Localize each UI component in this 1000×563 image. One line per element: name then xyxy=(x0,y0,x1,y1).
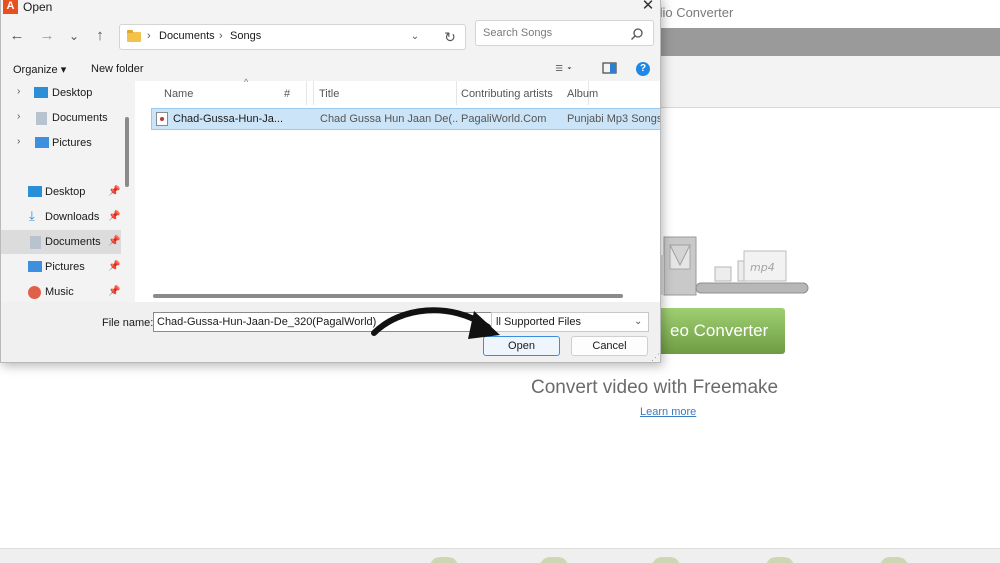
learn-more-link[interactable]: Learn more xyxy=(640,406,696,418)
music-icon xyxy=(28,286,41,299)
footer-icon xyxy=(540,557,568,563)
forward-button[interactable]: → xyxy=(36,25,58,49)
file-name-label: File name: xyxy=(102,317,154,329)
quick-access-label: Desktop xyxy=(45,186,86,198)
video-converter-button[interactable]: eo Converter xyxy=(648,308,785,354)
column-label: # xyxy=(284,88,291,100)
file-list-horizontal-scrollbar[interactable] xyxy=(153,294,623,298)
nav-tree-desktop[interactable]: › Desktop xyxy=(1,81,121,105)
file-type-label: ll Supported Files xyxy=(496,316,581,328)
dialog-titlebar: A Open ✕ xyxy=(1,0,660,17)
file-name-field[interactable] xyxy=(153,312,493,332)
column-header-title[interactable]: Title xyxy=(319,81,457,105)
dialog-bottom-panel: File name: ll Supported Files ⌄ Open Can… xyxy=(1,302,660,362)
pin-icon[interactable]: 📌 xyxy=(108,236,120,247)
footer-icon xyxy=(766,557,794,563)
pin-icon[interactable]: 📌 xyxy=(108,261,120,272)
chevron-right-icon: › xyxy=(17,136,21,147)
file-row[interactable]: Chad-Gussa-Hun-Ja... Chad Gussa Hun Jaan… xyxy=(151,108,661,130)
promo-heading: Convert video with Freemake xyxy=(531,377,779,398)
pictures-icon xyxy=(28,261,42,272)
file-title-cell: Chad Gussa Hun Jaan De(... xyxy=(320,113,458,125)
dialog-title: Open xyxy=(23,0,53,14)
refresh-icon[interactable]: ↻ xyxy=(441,28,459,46)
pin-icon[interactable]: 📌 xyxy=(108,211,120,222)
breadcrumb-documents[interactable]: Documents xyxy=(159,30,215,42)
file-name-cell: Chad-Gussa-Hun-Ja... xyxy=(173,113,284,125)
file-list: ^ Name # Title Contributing artists Albu… xyxy=(135,77,661,302)
breadcrumb-songs[interactable]: Songs xyxy=(230,30,261,42)
quick-access-label: Downloads xyxy=(45,211,100,223)
chevron-right-icon: › xyxy=(17,111,21,122)
pin-icon[interactable]: 📌 xyxy=(108,286,120,297)
freemake-app-icon: A xyxy=(3,0,18,14)
column-header-number[interactable]: # xyxy=(284,81,314,105)
column-label: Title xyxy=(319,88,340,100)
quick-access-label: Music xyxy=(45,286,74,298)
resize-grip-icon[interactable]: ⋰ xyxy=(651,352,660,362)
address-bar[interactable]: › Documents › Songs ⌄ ↻ xyxy=(119,24,466,50)
search-box[interactable]: Search Songs xyxy=(475,20,654,46)
quick-access-desktop[interactable]: Desktop 📌 xyxy=(1,180,121,204)
file-album-cell: Punjabi Mp3 Songs - xyxy=(567,113,661,125)
sort-up-icon: ^ xyxy=(244,77,249,87)
open-file-dialog: A Open ✕ ← → ⌄ ↑ › Documents › Songs ⌄ ↻… xyxy=(0,0,661,363)
folder-icon xyxy=(127,30,141,42)
footer-icon xyxy=(430,557,458,563)
documents-icon xyxy=(30,236,41,249)
audio-file-icon xyxy=(156,112,168,126)
recent-locations-button[interactable]: ⌄ xyxy=(63,25,85,49)
open-button[interactable]: Open xyxy=(483,336,560,356)
quick-access-pictures[interactable]: Pictures 📌 xyxy=(1,255,121,279)
search-icon xyxy=(631,28,643,40)
organize-menu[interactable]: Organize ▾ xyxy=(13,63,66,76)
navigation-pane: › Desktop › Documents › Pictures Desktop… xyxy=(1,81,121,302)
desktop-icon xyxy=(34,87,48,98)
quick-access-documents[interactable]: Documents 📌 xyxy=(1,230,121,254)
quick-access-label: Documents xyxy=(45,236,101,248)
command-bar: Organize ▾ New folder ? xyxy=(1,55,660,81)
nav-tree-label: Pictures xyxy=(52,137,92,149)
chevron-down-icon: ⌄ xyxy=(634,316,643,327)
converter-machine-illustration: mp4 xyxy=(640,236,809,296)
mp4-label: mp4 xyxy=(750,261,775,274)
downloads-icon: ⤓ xyxy=(29,208,35,223)
footer-icon xyxy=(652,557,680,563)
view-options-icon[interactable] xyxy=(554,59,572,77)
breadcrumb-chevron-icon: › xyxy=(147,30,151,42)
help-icon[interactable]: ? xyxy=(636,62,650,76)
back-button[interactable]: ← xyxy=(6,25,28,49)
breadcrumb-chevron-icon: › xyxy=(219,30,223,42)
column-label: Album xyxy=(567,88,599,100)
nav-tree-label: Documents xyxy=(52,112,108,124)
nav-pane-scrollbar[interactable] xyxy=(125,117,129,187)
column-header-album[interactable]: Album xyxy=(567,81,660,105)
pin-icon[interactable]: 📌 xyxy=(108,186,120,197)
new-folder-button[interactable]: New folder xyxy=(91,63,144,75)
footer-icon xyxy=(880,557,908,563)
app-footer xyxy=(0,548,1000,563)
pictures-icon xyxy=(35,137,49,148)
column-label: Contributing artists xyxy=(461,88,553,100)
quick-access-label: Pictures xyxy=(45,261,85,273)
desktop-icon xyxy=(28,186,42,197)
documents-icon xyxy=(36,112,47,125)
column-label: Name xyxy=(164,88,194,100)
chevron-down-icon[interactable]: ⌄ xyxy=(407,29,423,45)
up-folder-button[interactable]: ↑ xyxy=(89,25,111,49)
search-input[interactable]: Search Songs xyxy=(483,27,552,39)
nav-tree-pictures[interactable]: › Pictures xyxy=(1,131,121,155)
quick-access-music[interactable]: Music 📌 xyxy=(1,280,121,302)
chevron-right-icon: › xyxy=(17,86,21,97)
file-type-select[interactable]: ll Supported Files ⌄ xyxy=(491,312,649,332)
nav-tree-label: Desktop xyxy=(52,87,93,99)
quick-access-downloads[interactable]: ⤓ Downloads 📌 xyxy=(1,205,121,229)
nav-tree-documents[interactable]: › Documents xyxy=(1,106,121,130)
preview-pane-icon[interactable] xyxy=(601,59,619,77)
close-icon[interactable]: ✕ xyxy=(637,0,659,17)
file-artists-cell: PagaliWorld.Com xyxy=(461,113,547,125)
cancel-button[interactable]: Cancel xyxy=(571,336,648,356)
